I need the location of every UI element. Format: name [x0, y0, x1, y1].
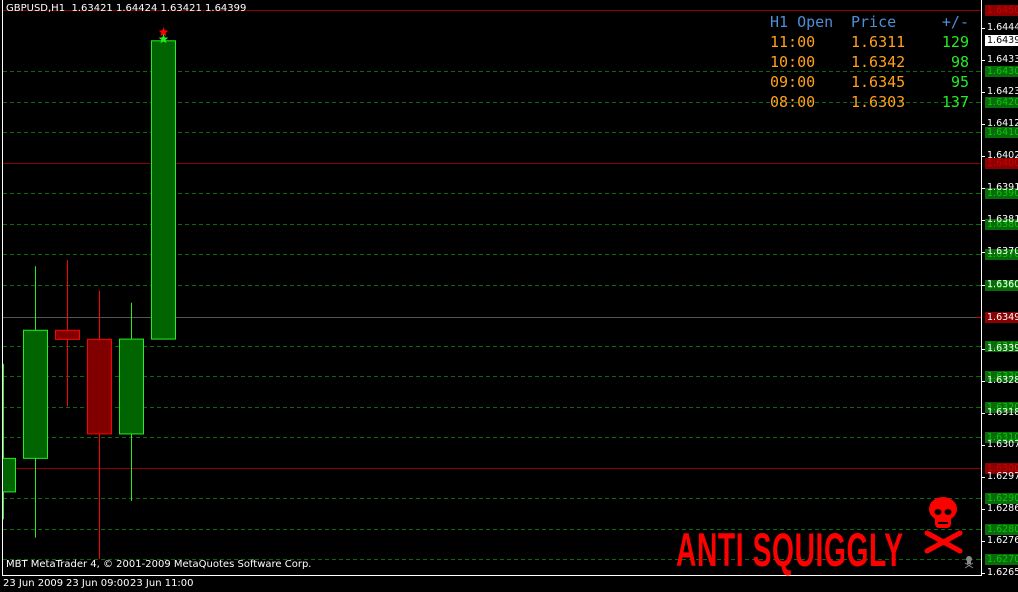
level-label: 1.64300 — [985, 65, 1018, 77]
level-label: 1.62700 — [985, 553, 1018, 565]
row-time: 11:00 — [770, 33, 816, 51]
table-row: 11:00 1.6311 129 — [770, 32, 969, 52]
scale-label: 1.63075 — [987, 438, 1018, 450]
scale-label: 1.63180 — [987, 406, 1018, 418]
time-label: 23 Jun 2009 — [3, 578, 64, 589]
row-delta: 129 — [941, 33, 969, 51]
skull-crossbones-icon — [924, 497, 963, 554]
row-price: 1.6342 — [851, 53, 906, 71]
table-row: 08:00 1.6303 137 — [770, 92, 969, 112]
candle-body — [87, 338, 112, 435]
row-time: 09:00 — [770, 73, 816, 91]
copyright-footer: MBT MetaTrader 4, © 2001-2009 MetaQuotes… — [6, 559, 312, 570]
scale-label: 1.64440 — [987, 22, 1018, 34]
level-label: 1.62800 — [985, 523, 1018, 535]
header-delta: +/- — [941, 13, 969, 31]
candle-body — [23, 329, 48, 459]
header-price: Price — [851, 13, 897, 31]
symbol-label: GBPUSD,H1 — [6, 3, 66, 14]
table-row: 09:00 1.6345 95 — [770, 72, 969, 92]
header-h1: H1 Open — [770, 13, 834, 31]
chart-header: GBPUSD,H1 1.63421 1.64424 1.63421 1.6439… — [6, 3, 246, 14]
row-delta: 95 — [950, 73, 969, 91]
scale-label: 1.64230 — [987, 86, 1018, 98]
scale-label: 1.62865 — [987, 502, 1018, 514]
small-skull-icon — [964, 556, 974, 569]
table-header: H1 Open Price +/- — [770, 12, 969, 32]
anti-squiggly-logo: ANTI SQUIGGLY — [676, 523, 904, 576]
level-label: 1.64500 — [985, 4, 1018, 16]
row-delta: 137 — [941, 93, 969, 111]
scale-label: 1.62970 — [987, 470, 1018, 482]
scale-label: 1.64125 — [987, 118, 1018, 130]
row-time: 10:00 — [770, 53, 816, 71]
scale-label: 1.64020 — [987, 150, 1018, 162]
row-price: 1.6345 — [851, 73, 906, 91]
scale-label: 1.62655 — [987, 566, 1018, 578]
scale-label: 1.63705 — [987, 246, 1018, 258]
time-label: 23 Jun 11:00 — [130, 578, 194, 589]
scale-label: 1.63915 — [987, 182, 1018, 194]
row-time: 08:00 — [770, 93, 816, 111]
row-price: 1.6311 — [851, 33, 906, 51]
open-price-table: H1 Open Price +/- 11:00 1.6311 129 10:00 1.… — [770, 12, 969, 112]
scale-label: 1.63810 — [987, 214, 1018, 226]
row-delta: 98 — [950, 53, 969, 71]
scale-label: 1.63390 — [987, 342, 1018, 354]
row-price: 1.6303 — [851, 93, 906, 111]
scale-label: 1.63285 — [987, 374, 1018, 386]
table-row: 10:00 1.6342 98 — [770, 52, 969, 72]
scale-label: 1.63600 — [987, 278, 1018, 290]
scale-label: 1.62760 — [987, 534, 1018, 546]
scale-label: 1.64335 — [987, 54, 1018, 66]
candle-body — [55, 329, 80, 340]
current-price-label: 1.64399 — [985, 34, 1018, 46]
candle-body — [119, 338, 144, 435]
ohlc-values: 1.63421 1.64424 1.63421 1.64399 — [71, 3, 247, 14]
level-label: 1.64200 — [985, 96, 1018, 108]
time-label: 23 Jun 09:00 — [66, 578, 130, 589]
level-label: 1.63495 — [985, 311, 1018, 323]
candle-body — [151, 40, 176, 340]
